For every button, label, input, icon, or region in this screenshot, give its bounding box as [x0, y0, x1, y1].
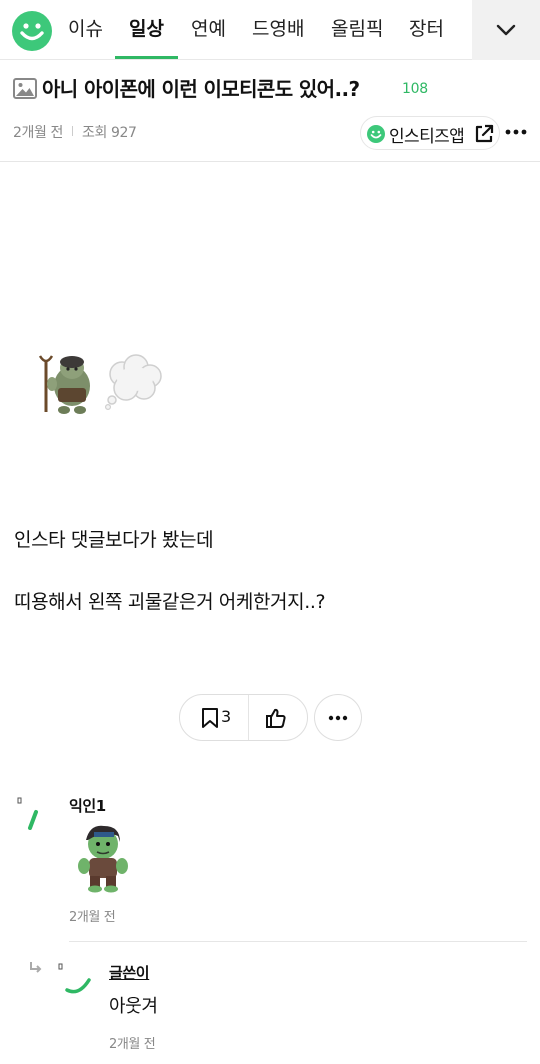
- open-app-label: 인스티즈앱: [389, 127, 465, 147]
- tab-entertainment[interactable]: 연예: [191, 0, 226, 60]
- external-link-icon: [475, 124, 494, 143]
- post-body-line: 띠용해서 왼쪽 괴물같은거 어케한거지..?: [14, 591, 326, 613]
- reply-arrow-icon: [30, 962, 42, 973]
- post-body-line: 인스타 댓글보다가 봤는데: [14, 529, 214, 551]
- reply-count[interactable]: 108: [402, 81, 428, 97]
- image-icon: [13, 78, 37, 99]
- tab-issue[interactable]: 이슈: [68, 0, 103, 60]
- post-time: 2개월 전: [13, 125, 63, 141]
- comment-time: 2개월 전: [69, 910, 116, 925]
- smile-logo-icon: [367, 125, 385, 143]
- bookmark-count: 3: [221, 707, 232, 726]
- comment-author[interactable]: 글쓴이: [109, 962, 150, 983]
- bookmark-icon: [202, 708, 218, 728]
- more-tabs-button[interactable]: [472, 0, 540, 60]
- open-app-button[interactable]: 인스티즈앱: [360, 116, 500, 150]
- tab-drama[interactable]: 드영배: [252, 0, 304, 60]
- thumbs-up-icon: [266, 708, 286, 728]
- smile-logo-icon[interactable]: [12, 11, 52, 51]
- commenter-avatar: [17, 797, 38, 830]
- author-avatar: [58, 963, 91, 994]
- post-views: 조회 927: [82, 125, 137, 141]
- more-dots-icon: [328, 715, 348, 721]
- ogre-emoticon-image: [78, 825, 128, 893]
- chevron-down-icon: [496, 24, 516, 36]
- tab-market[interactable]: 장터: [409, 0, 444, 60]
- comment-time: 2개월 전: [109, 1037, 156, 1052]
- like-button[interactable]: [249, 695, 307, 740]
- more-dots-icon[interactable]: [505, 122, 527, 142]
- comment-divider: [69, 941, 527, 942]
- tab-daily[interactable]: 일상: [115, 0, 178, 60]
- comment-text: 아웃겨: [109, 996, 158, 1017]
- comment-author[interactable]: 익인1: [69, 795, 106, 816]
- bookmark-button[interactable]: 3: [180, 695, 248, 740]
- tab-olympics[interactable]: 올림픽: [331, 0, 383, 60]
- meta-separator: [72, 126, 73, 136]
- post-meta: 2개월 전 조회 927: [13, 122, 137, 142]
- thought-cloud-emoticon-image: [104, 354, 162, 410]
- post-actions: 3: [179, 694, 308, 741]
- troll-emoticon-image: [38, 355, 90, 414]
- top-nav: 이슈 일상 연예 드영배 올림픽 장터: [0, 0, 540, 60]
- post-title: 아니 아이폰에 이런 이모티콘도 있어..?: [42, 77, 360, 101]
- post-more-button[interactable]: [314, 694, 362, 741]
- header-divider: [0, 161, 540, 162]
